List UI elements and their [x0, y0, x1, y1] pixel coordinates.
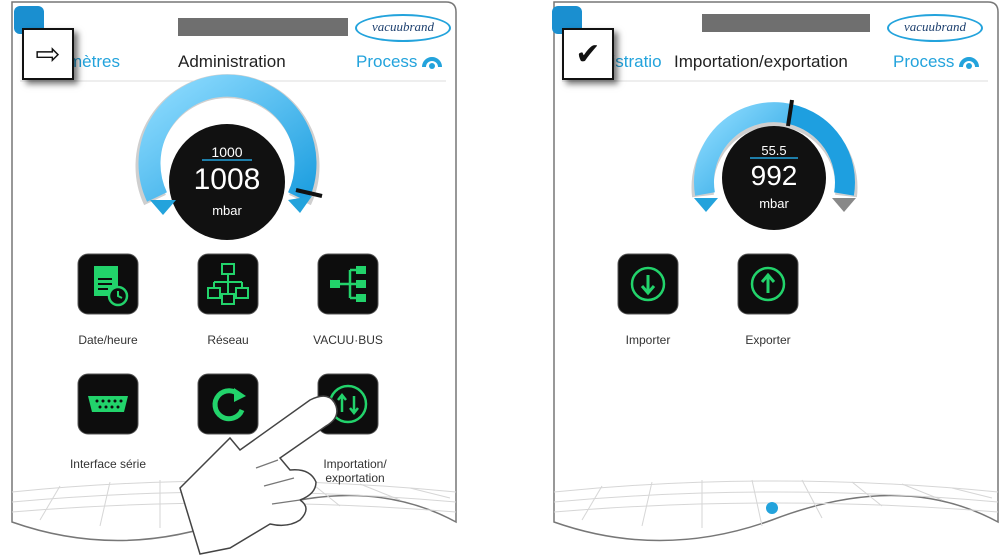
nav-back-link[interactable]: mètres: [68, 52, 120, 72]
process-button[interactable]: Process: [356, 52, 443, 72]
bus-tree-icon[interactable]: [318, 254, 378, 314]
calendar-clock-icon[interactable]: [78, 254, 138, 314]
gauge-unit: mbar: [759, 196, 789, 211]
tile-label-import: Importer: [625, 333, 671, 347]
vacuubrand-logo: vacuubrand: [887, 14, 983, 42]
tile-label-export: Exporter: [745, 333, 791, 347]
process-icon: [959, 57, 980, 69]
page-title: Administration: [178, 52, 286, 71]
hand-pointer-icon: [179, 395, 338, 555]
vacuubrand-logo: vacuubrand: [355, 14, 451, 42]
tile-label-network: Réseau: [207, 333, 249, 347]
process-label: Process: [893, 52, 955, 71]
step-marker-check: ✔: [562, 28, 614, 80]
tile-label-serial: Interface série: [69, 457, 147, 471]
step-marker-arrow: ⇨: [22, 28, 74, 80]
tile-label-date: Date/heure: [78, 333, 138, 347]
device-name-redacted: [178, 18, 348, 36]
gauge-unit: mbar: [212, 203, 242, 218]
left-screen: vacuubrand mètres Administration Process…: [0, 0, 458, 556]
network-icon[interactable]: [198, 254, 258, 314]
gauge-value: 992: [750, 160, 798, 191]
device-name-redacted: [702, 14, 870, 32]
upload-arrow-icon[interactable]: [738, 254, 798, 314]
gauge-setpoint: 1000: [211, 144, 243, 160]
gauge-setpoint: 55.5: [761, 143, 787, 158]
gauge-value: 1008: [193, 163, 261, 196]
checkmark-icon: ✔: [575, 37, 601, 71]
arrow-icon: ⇨: [35, 37, 61, 71]
process-button[interactable]: Process: [893, 52, 980, 72]
process-label: Process: [356, 52, 418, 71]
download-arrow-icon[interactable]: [618, 254, 678, 314]
serial-port-icon[interactable]: [78, 374, 138, 434]
tile-label-vacuubus: VACUU·BUS: [313, 333, 383, 347]
page-title: Importation/exportation: [674, 52, 848, 71]
process-icon: [422, 57, 443, 69]
right-screen: vacuubrand nistratio Importation/exporta…: [542, 0, 1000, 556]
